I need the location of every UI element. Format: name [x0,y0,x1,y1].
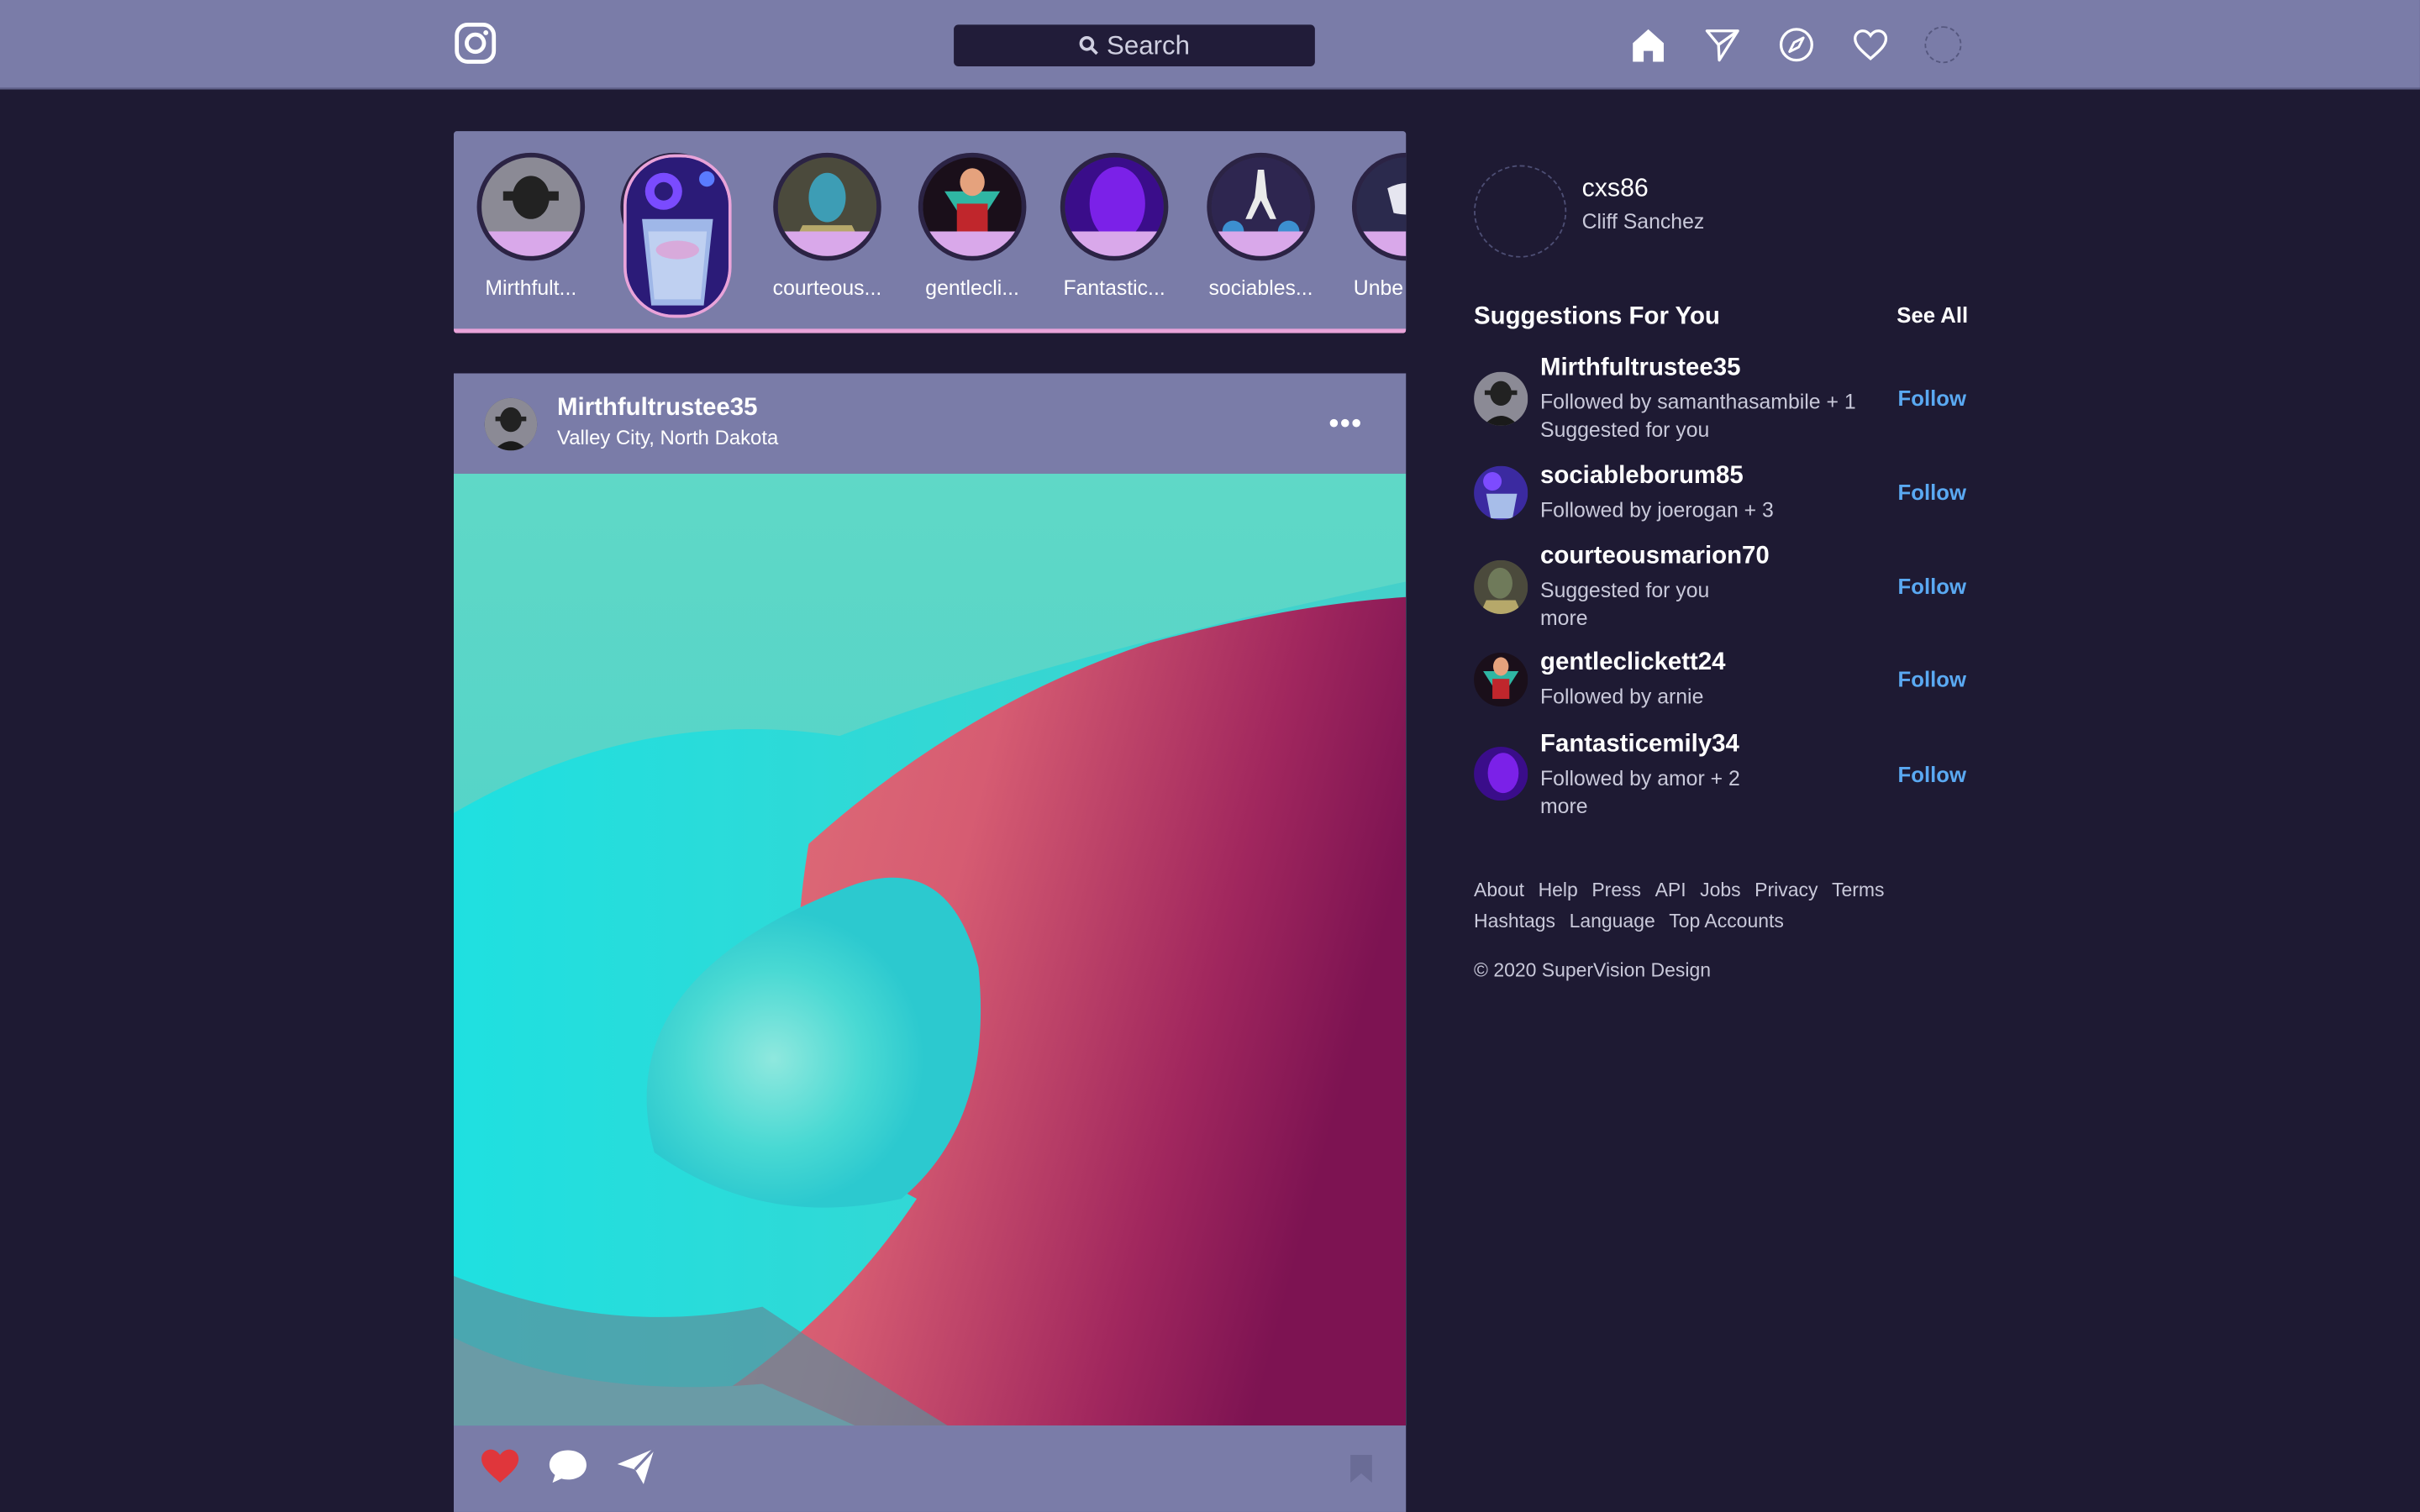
heart-icon[interactable] [1850,24,1891,65]
suggestion-context-line: Suggested for you [1540,578,1710,602]
footer-link-about[interactable]: About [1474,879,1524,901]
story-avatar [918,152,1027,261]
story-item[interactable]: sociables... [1195,152,1328,300]
post-actions [478,1444,657,1487]
footer-link-privacy[interactable]: Privacy [1754,879,1818,901]
story-item[interactable]: Mirthfult... [465,152,597,300]
story-item[interactable]: Unbe [1339,152,1407,300]
comment-icon[interactable] [546,1444,589,1487]
suggestion-avatar[interactable] [1474,652,1528,707]
suggestion-item: Mirthfultrustee35 Followed by samanthasa… [1474,354,1968,444]
footer-link-top-accounts[interactable]: Top Accounts [1669,910,1784,932]
suggestion-context: Suggested for you more [1540,577,1872,631]
footer-link-jobs[interactable]: Jobs [1700,879,1741,901]
more-options-button[interactable]: ••• [1329,407,1363,440]
like-heart-icon[interactable] [478,1444,521,1487]
profile-avatar[interactable] [1924,26,1962,64]
story-label: courteous... [772,276,882,300]
suggestion-username[interactable]: courteousmarion70 [1540,543,1770,571]
follow-button[interactable]: Follow [1898,574,1966,598]
story-avatar [1207,152,1315,261]
current-user-fullname: Cliff Sanchez [1581,209,1705,234]
post-image[interactable] [453,473,1407,1426]
story-avatar [773,152,881,261]
post-header: Mirthfultrustee35 Valley City, North Dak… [454,373,1406,472]
suggestion-context-line: Followed by arnie [1540,685,1704,709]
suggestion-item: courteousmarion70 Suggested for you more… [1474,543,1968,633]
post-author-avatar[interactable] [484,397,538,451]
follow-button[interactable]: Follow [1898,666,1966,690]
story-item[interactable]: courteous... [760,152,893,300]
footer-links: About Help Press API Jobs Privacy Terms Hashtag… [1474,876,1922,937]
suggestion-item: sociableborum85 Followed by joerogan + 3… [1474,463,1968,524]
story-avatar [476,152,586,261]
suggestion-username[interactable]: gentleclickett24 [1540,649,1726,677]
search-input[interactable]: Search [954,24,1315,66]
share-icon[interactable] [614,1444,657,1487]
suggestion-username[interactable]: sociableborum85 [1540,463,1744,491]
story-label: Unbe [1353,276,1404,300]
nav-icons [1628,24,1962,65]
follow-button[interactable]: Follow [1898,386,1966,410]
post-username[interactable]: Mirthfultrustee35 [557,395,757,423]
story-label: Fantastic... [1063,276,1165,300]
suggestion-context-line: Followed by samanthasambile + 1 [1540,390,1856,414]
see-all-link[interactable]: See All [1897,302,1968,327]
story-item[interactable]: gentlecli... [906,152,1039,300]
search-placeholder: Search [1107,29,1190,60]
footer-link-help[interactable]: Help [1539,879,1578,901]
suggestion-item: Fantasticemily34 Followed by amor + 2 mo… [1474,732,1968,822]
suggestion-context-line: Followed by joerogan + 3 [1540,498,1774,522]
footer-link-hashtags[interactable]: Hashtags [1474,910,1555,932]
footer-link-press[interactable]: Press [1591,879,1641,901]
suggestion-username[interactable]: Fantasticemily34 [1540,732,1739,759]
copyright-text: © 2020 SuperVision Design [1474,959,1712,982]
suggestion-context: Followed by samanthasambile + 1 Suggeste… [1540,389,1872,443]
suggestion-context: Followed by amor + 2 more [1540,765,1872,819]
home-icon[interactable] [1628,24,1669,65]
bookmark-icon[interactable] [1349,1453,1373,1484]
story-avatar [1351,152,1407,261]
feed-post: Mirthfultrustee35 Valley City, North Dak… [453,373,1407,1512]
post-location[interactable]: Valley City, North Dakota [557,426,778,449]
footer-link-language[interactable]: Language [1570,910,1655,932]
suggestion-avatar[interactable] [1474,371,1528,426]
top-bar-divider [0,87,2420,90]
story-avatar [1060,152,1169,261]
current-user-avatar[interactable] [1474,165,1567,258]
suggestion-context: Followed by arnie [1540,684,1872,711]
footer-link-terms[interactable]: Terms [1832,879,1885,901]
suggestion-avatar[interactable] [1474,559,1528,615]
current-username[interactable]: cxs86 [1582,175,1649,204]
suggestion-username[interactable]: Mirthfultrustee35 [1540,354,1740,382]
story-label: gentlecli... [925,276,1019,300]
story-label: Mirthfult... [485,276,577,300]
dragged-story-preview[interactable] [623,154,732,318]
suggestion-context-line: Followed by amor + 2 [1540,766,1740,790]
search-icon [1079,35,1098,55]
suggestion-context-line: more [1540,605,1588,629]
suggestion-context-line: Suggested for you [1540,417,1710,441]
suggestion-context-line: more [1540,793,1588,817]
footer-link-api[interactable]: API [1655,879,1686,901]
follow-button[interactable]: Follow [1898,762,1966,786]
stories-tray: Mirthfult... so... courteous... [453,131,1407,333]
story-item[interactable]: Fantastic... [1048,152,1181,300]
send-icon[interactable] [1702,24,1743,65]
suggestion-avatar[interactable] [1474,465,1528,520]
explore-icon[interactable] [1776,24,1817,65]
story-label: sociables... [1208,276,1313,300]
camera-logo-icon[interactable] [454,22,497,65]
suggestion-context: Followed by joerogan + 3 [1540,496,1872,523]
suggestion-item: gentleclickett24 Followed by arnie Follo… [1474,649,1968,711]
suggestions-heading: Suggestions For You [1474,303,1720,331]
follow-button[interactable]: Follow [1898,480,1966,504]
suggestion-avatar[interactable] [1474,746,1528,801]
